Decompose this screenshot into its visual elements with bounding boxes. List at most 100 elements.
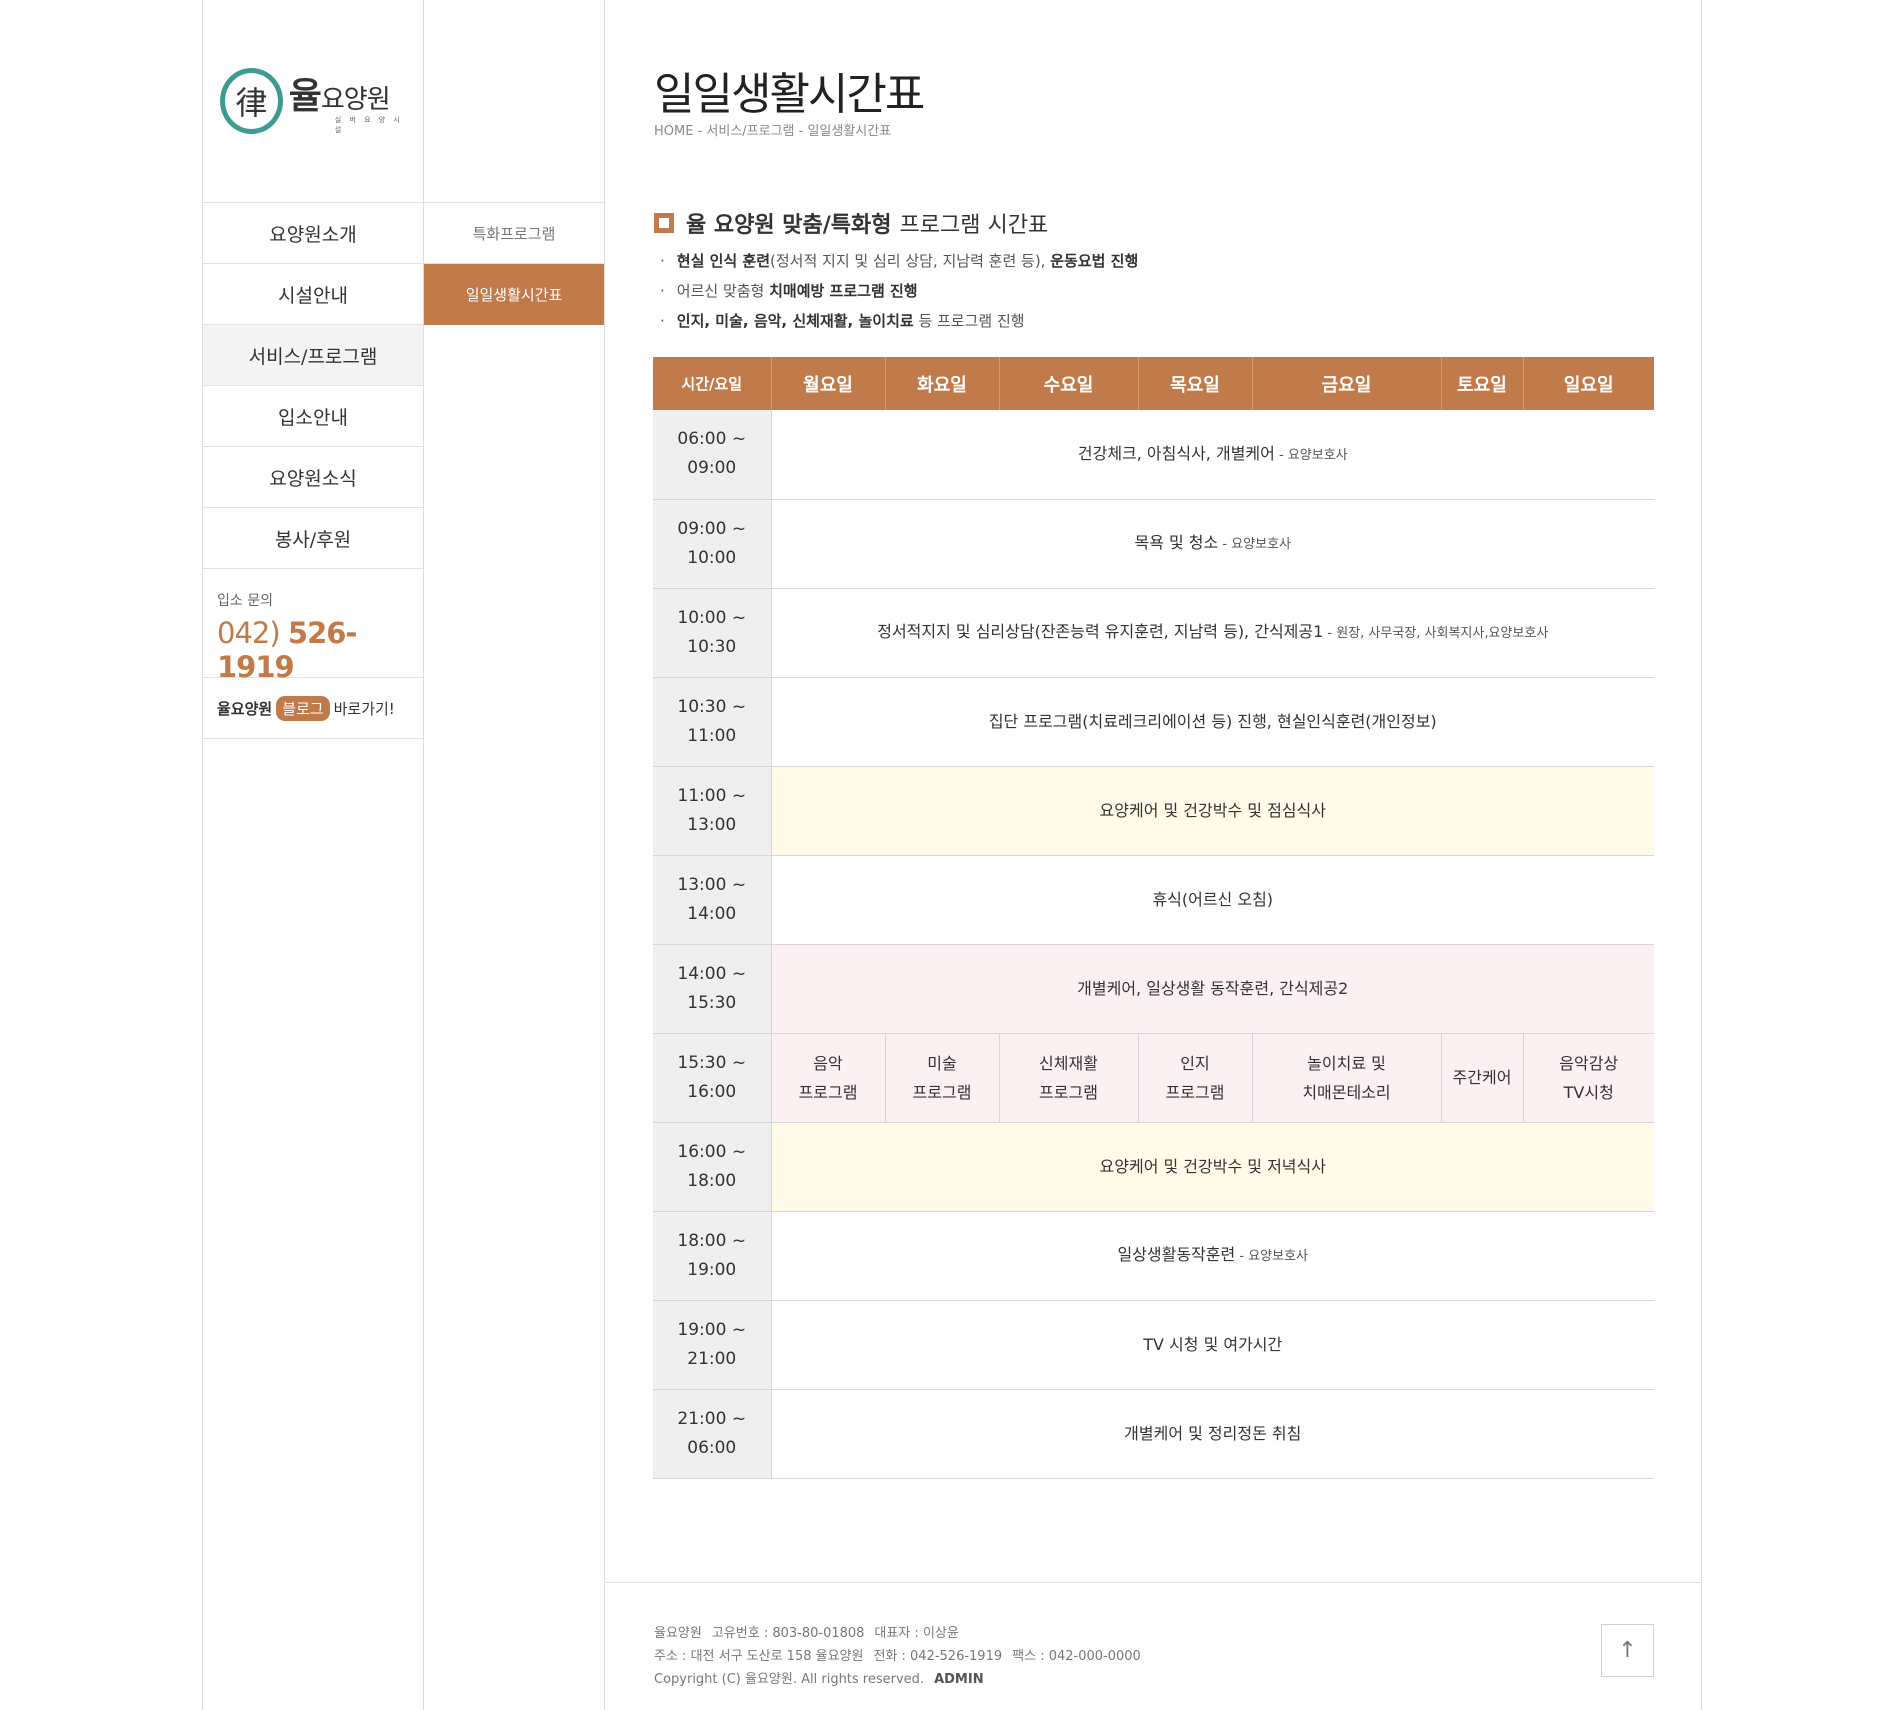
activity-cell: TV 시청 및 여가시간 xyxy=(771,1300,1654,1390)
logo-subtitle: 실 버 요 양 시 설 xyxy=(334,116,403,134)
program-line: 프로그램 xyxy=(912,1082,972,1102)
program-line: 신체재활 xyxy=(1039,1053,1098,1073)
nav-item-volunteer[interactable]: 봉사/후원 xyxy=(203,508,423,569)
time-cell: 11:00 ~ 13:00 xyxy=(653,766,772,856)
activity-text: TV 시청 및 여가시간 xyxy=(1143,1335,1283,1354)
bullet-item: 인지, 미술, 음악, 신체재활, 놀이치료 등 프로그램 진행 xyxy=(660,312,1138,342)
time-cell: 06:00 ~ 09:00 xyxy=(653,410,772,500)
contact-label: 입소 문의 xyxy=(217,593,273,609)
program-cell-sat: 주간케어 xyxy=(1441,1033,1524,1123)
footer: 율요양원 고유번호 : 803-80-01808 대표자 : 이상윤 주소 : 대전… xyxy=(654,1622,1151,1691)
schedule-row: 18:00 ~ 19:00 일상생활동작훈련 - 요양보호사 xyxy=(653,1211,1654,1301)
program-line: 프로그램 xyxy=(798,1082,858,1102)
time-start: 13:00 ~ xyxy=(677,874,747,895)
activity-text: 휴식(어르신 오침) xyxy=(1152,890,1274,909)
program-cell-sun: 음악감상 TV시청 xyxy=(1523,1033,1654,1123)
time-end: 10:00 xyxy=(687,547,737,568)
activity-cell: 건강체크, 아침식사, 개별케어 - 요양보호사 xyxy=(771,410,1654,500)
time-end: 21:00 xyxy=(687,1348,737,1369)
logo-text: 율요양원 실 버 요 양 시 설 xyxy=(289,67,410,135)
frame-divider xyxy=(1701,0,1702,1710)
activity-staff: - 원장, 사무국장, 사회복지사,요양보호사 xyxy=(1323,626,1549,641)
bullet-text: (정서적 지지 및 심리 상담, 지남력 훈련 등), xyxy=(770,252,1051,270)
frame-divider xyxy=(604,0,605,1710)
footer-copyright: Copyright (C) 율요양원. All rights reserved. xyxy=(654,1672,925,1687)
footer-fax: 팩스 : 042-000-0000 xyxy=(1012,1649,1141,1664)
blog-suffix: 바로가기! xyxy=(333,699,395,718)
admin-link[interactable]: ADMIN xyxy=(934,1672,984,1687)
bullet-bold: 치매예방 프로그램 진행 xyxy=(769,282,918,300)
site-logo[interactable]: 律 율요양원 실 버 요 양 시 설 xyxy=(220,66,410,136)
program-cell-mon: 음악 프로그램 xyxy=(771,1033,886,1123)
nav-item-service[interactable]: 서비스/프로그램 xyxy=(203,325,423,386)
time-start: 09:00 ~ xyxy=(677,518,747,539)
program-line: 주간케어 xyxy=(1452,1068,1512,1087)
activity-staff: - 요양보호사 xyxy=(1274,447,1348,463)
activity-text: 요양케어 및 건강박수 및 점심식사 xyxy=(1099,801,1326,820)
time-end: 13:00 xyxy=(687,814,737,835)
footer-divider xyxy=(604,1582,1701,1583)
footer-address: 주소 : 대전 서구 도산로 158 율요양원 xyxy=(654,1649,864,1664)
activity-text: 일상생활동작훈련 xyxy=(1117,1245,1236,1264)
nav-item-intro[interactable]: 요양원소개 xyxy=(203,203,423,264)
schedule-row: 10:30 ~ 11:00 집단 프로그램(치료레크리에이션 등) 진행, 현실인… xyxy=(653,677,1654,767)
time-end: 14:00 xyxy=(687,903,737,924)
subnav-item-daily[interactable]: 일일생활시간표 xyxy=(424,264,604,325)
activity-cell: 휴식(어르신 오침) xyxy=(771,855,1654,945)
footer-phone: 전화 : 042-526-1919 xyxy=(873,1649,1003,1664)
activity-text: 요양케어 및 건강박수 및 저녁식사 xyxy=(1099,1157,1326,1176)
bullet-text: 어르신 맞춤형 xyxy=(676,282,770,300)
header-time: 시간/요일 xyxy=(653,357,772,410)
time-end: 18:00 xyxy=(687,1170,737,1191)
time-end: 09:00 xyxy=(687,458,737,479)
program-cell-fri: 놀이치료 및치매몬테소리 xyxy=(1252,1033,1442,1123)
section-title-bold: 율 요양원 맞춤/특화형 xyxy=(686,213,892,238)
schedule-row: 21:00 ~ 06:00 개별케어 및 정리정돈 취침 xyxy=(653,1389,1654,1479)
program-line: 미술 xyxy=(927,1053,957,1073)
activity-text: 개별케어 및 정리정돈 취침 xyxy=(1124,1424,1302,1443)
time-end: 16:00 xyxy=(687,1081,737,1102)
schedule-header-row: 시간/요일 월요일 화요일 수요일 목요일 금요일 토요일 일요일 xyxy=(653,357,1654,410)
footer-ceo: 대표자 : 이상윤 xyxy=(874,1626,959,1641)
blog-name: 율요양원 xyxy=(217,699,273,718)
header-wed: 수요일 xyxy=(999,357,1139,410)
schedule-row: 14:00 ~ 15:30 개별케어, 일상생활 동작훈련, 간식제공2 xyxy=(653,944,1654,1034)
contact-phone[interactable]: 042) 526-1919 xyxy=(217,616,423,684)
program-line: 놀이치료 및 xyxy=(1307,1053,1386,1073)
activity-cell: 정서적지지 및 심리상담(잔존능력 유지훈련, 지남력 등), 간식제공1 - … xyxy=(771,588,1654,678)
schedule-row: 19:00 ~ 21:00 TV 시청 및 여가시간 xyxy=(653,1300,1654,1390)
time-cell: 10:30 ~ 11:00 xyxy=(653,677,772,767)
breadcrumb: HOME - 서비스/프로그램 - 일일생활시간표 xyxy=(654,124,892,139)
program-cell-wed: 신체재활 프로그램 xyxy=(999,1033,1139,1123)
time-start: 19:00 ~ xyxy=(677,1319,747,1340)
header-sun: 일요일 xyxy=(1523,357,1654,410)
bullet-item: 어르신 맞춤형 치매예방 프로그램 진행 xyxy=(660,282,1138,312)
activity-cell: 일상생활동작훈련 - 요양보호사 xyxy=(771,1211,1654,1301)
logo-main-bold: 율 xyxy=(288,76,322,117)
program-line: 치매몬테소리 xyxy=(1302,1082,1391,1102)
time-cell: 21:00 ~ 06:00 xyxy=(653,1389,772,1479)
page-title: 일일생활시간표 xyxy=(654,69,925,120)
sub-nav: 특화프로그램 일일생활시간표 xyxy=(424,202,604,325)
bullet-item: 현실 인식 훈련(정서적 지지 및 심리 상담, 지남력 훈련 등), 운동요법… xyxy=(660,252,1138,282)
activity-cell: 목욕 및 청소 - 요양보호사 xyxy=(771,499,1654,589)
subnav-item-special[interactable]: 특화프로그램 xyxy=(424,203,604,264)
nav-item-facility[interactable]: 시설안내 xyxy=(203,264,423,325)
blog-link[interactable]: 율요양원 블로그 바로가기! xyxy=(203,678,423,739)
schedule-row: 09:00 ~ 10:00 목욕 및 청소 - 요양보호사 xyxy=(653,499,1654,589)
time-start: 10:30 ~ xyxy=(677,696,747,717)
time-start: 11:00 ~ xyxy=(677,785,747,806)
nav-item-admission[interactable]: 입소안내 xyxy=(203,386,423,447)
bullet-text: 등 프로그램 진행 xyxy=(913,312,1025,330)
activity-text: 개별케어, 일상생활 동작훈련, 간식제공2 xyxy=(1077,979,1349,998)
activity-cell: 요양케어 및 건강박수 및 저녁식사 xyxy=(771,1122,1654,1212)
nav-item-news[interactable]: 요양원소식 xyxy=(203,447,423,508)
schedule-row: 16:00 ~ 18:00 요양케어 및 건강박수 및 저녁식사 xyxy=(653,1122,1654,1212)
header-mon: 월요일 xyxy=(771,357,886,410)
scroll-top-button[interactable]: ↑ xyxy=(1601,1624,1654,1677)
program-line: 프로그램 xyxy=(1165,1082,1225,1102)
section-title-rest: 프로그램 시간표 xyxy=(899,213,1049,238)
activity-text: 정서적지지 및 심리상담(잔존능력 유지훈련, 지남력 등), 간식제공1 xyxy=(877,622,1324,641)
header-fri: 금요일 xyxy=(1252,357,1442,410)
schedule-table: 시간/요일 월요일 화요일 수요일 목요일 금요일 토요일 일요일 06:00 … xyxy=(653,357,1654,1479)
